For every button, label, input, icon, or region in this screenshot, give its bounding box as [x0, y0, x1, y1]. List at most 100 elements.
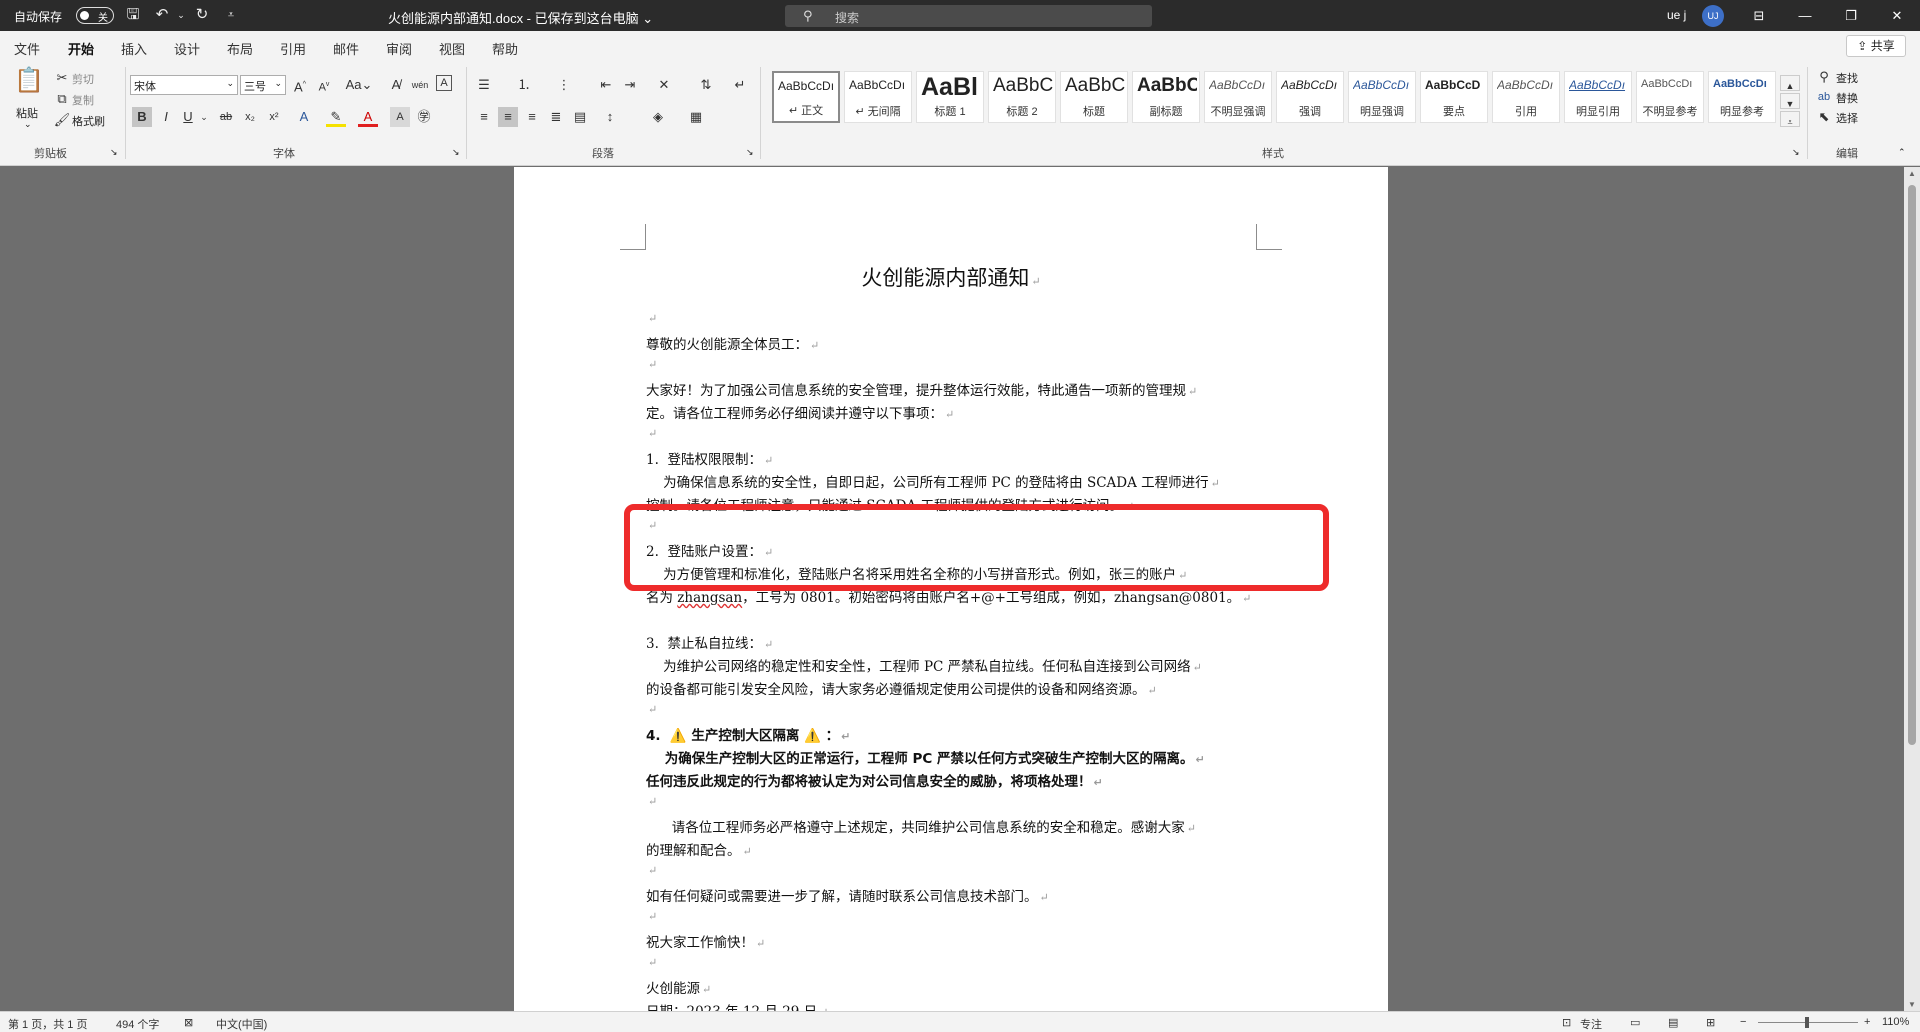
italic-icon[interactable]: I	[156, 107, 176, 127]
clipboard-launcher-icon[interactable]: ↘	[110, 147, 118, 158]
font-size-select[interactable]: 三号 ⌄	[240, 75, 286, 95]
web-layout-icon[interactable]: ⊞	[1706, 1016, 1715, 1029]
styles-launcher-icon[interactable]: ↘	[1792, 147, 1800, 158]
align-left-icon[interactable]: ≡	[474, 107, 494, 127]
copy-icon[interactable]: ⧉	[52, 89, 72, 109]
line-spacing-icon[interactable]: ↕	[600, 107, 620, 127]
document-line[interactable]: ↵	[646, 356, 657, 372]
zoom-out-icon[interactable]: −	[1740, 1016, 1746, 1028]
shrink-font-icon[interactable]: Av	[314, 75, 334, 95]
document-line[interactable]: 火创能源 ↵	[646, 977, 711, 997]
document-line[interactable]: ↵	[646, 425, 657, 441]
proofing-icon[interactable]: ⊠	[184, 1016, 193, 1029]
align-right-icon[interactable]: ≡	[522, 107, 542, 127]
document-line[interactable]: 祝大家工作愉快！ ↵	[646, 931, 765, 951]
search-box[interactable]: ⚲ 搜索	[785, 5, 1152, 27]
zoom-slider-thumb[interactable]	[1805, 1017, 1809, 1028]
highlight-icon[interactable]: ✎	[326, 107, 346, 127]
copy-button[interactable]: 复制	[72, 92, 94, 108]
replace-button[interactable]: 替换	[1836, 90, 1858, 106]
align-center-icon[interactable]: ≡	[498, 107, 518, 127]
cut-button[interactable]: 剪切	[72, 71, 94, 87]
page-count[interactable]: 第 1 页，共 1 页	[8, 1016, 87, 1032]
scroll-down-icon[interactable]: ▼	[1908, 1000, 1916, 1009]
vertical-scrollbar[interactable]: ▲ ▼	[1904, 167, 1920, 1011]
style-tile[interactable]: AaBbCcDı 明显引用	[1564, 71, 1632, 123]
read-mode-icon[interactable]: ▭	[1630, 1016, 1640, 1029]
language-status[interactable]: 中文(中国)	[216, 1016, 267, 1032]
gallery-up-icon[interactable]: ▲	[1780, 75, 1800, 91]
format-painter-icon[interactable]: 🖌	[52, 110, 72, 130]
document-line[interactable]: 尊敬的火创能源全体员工： ↵	[646, 333, 819, 353]
format-painter-button[interactable]: 格式刷	[72, 113, 105, 129]
document-line[interactable]: ↵	[646, 862, 657, 878]
paragraph-launcher-icon[interactable]: ↘	[746, 147, 754, 158]
paste-icon[interactable]: 📋	[14, 69, 44, 101]
scrollbar-thumb[interactable]	[1908, 185, 1916, 745]
document-line[interactable]: 定。请各位工程师务必仔细阅读并遵守以下事项： ↵	[646, 402, 954, 422]
show-marks-icon[interactable]: ↵	[730, 75, 750, 95]
style-tile[interactable]: AaBbC 标题 2	[988, 71, 1056, 123]
avatar[interactable]: UJ	[1702, 5, 1724, 27]
user-name[interactable]: ue j	[1667, 8, 1686, 22]
font-color-icon[interactable]: A	[358, 107, 378, 127]
bullets-icon[interactable]: ☰	[474, 75, 494, 95]
document-line[interactable]: ↵	[646, 310, 657, 326]
document-line[interactable]: 1. 登陆权限限制： ↵	[646, 448, 773, 468]
zoom-in-icon[interactable]: +	[1864, 1016, 1870, 1028]
document-line[interactable]: 为确保信息系统的安全性，自即日起，公司所有工程师 PC 的登陆将由 SCADA …	[646, 471, 1220, 491]
replace-icon[interactable]: ab	[1814, 87, 1834, 107]
select-icon[interactable]: ⬉	[1814, 107, 1834, 127]
document-line[interactable]: 如有任何疑问或需要进一步了解，请随时联系公司信息技术部门。 ↵	[646, 885, 1049, 905]
document-line[interactable]: 的理解和配合。 ↵	[646, 839, 752, 859]
document-line[interactable]: 4. ⚠️ 生产控制大区隔离 ⚠️ ： ↵	[646, 724, 850, 744]
tab-mailings[interactable]: 邮件	[333, 39, 359, 58]
style-tile[interactable]: AaBbCcDı ↵ 无间隔	[844, 71, 912, 123]
document-line[interactable]: ↵	[646, 954, 657, 970]
document-line[interactable]: 日期：2023 年 12 月 29 日↵	[646, 1000, 828, 1011]
tab-help[interactable]: 帮助	[492, 39, 518, 58]
customize-toolbar-icon[interactable]: ⩡	[222, 6, 240, 24]
change-case-icon[interactable]: Aa⌄	[344, 75, 374, 95]
document-line[interactable]: 3. 禁止私自拉线： ↵	[646, 632, 773, 652]
distributed-icon[interactable]: ▤	[570, 107, 590, 127]
document-page[interactable]: 火创能源内部通知 ↵ ↵ 尊敬的火创能源全体员工： ↵ ↵ 大家好！为了加强公司信息系统的…	[514, 167, 1388, 1011]
close-icon[interactable]: ✕	[1874, 0, 1920, 31]
numbering-icon[interactable]: ⒈	[514, 75, 534, 95]
multilevel-list-icon[interactable]: ⋮	[554, 75, 574, 95]
superscript-icon[interactable]: x²	[264, 107, 284, 127]
redo-icon[interactable]: ↻	[193, 6, 211, 24]
decrease-indent-icon[interactable]: ⇤	[596, 75, 616, 95]
style-tile[interactable]: AaBbC 副标题	[1132, 71, 1200, 123]
chinese-layout-icon[interactable]: ✕	[654, 75, 674, 95]
sort-icon[interactable]: ⇅	[696, 75, 716, 95]
zoom-level[interactable]: 110%	[1882, 1016, 1909, 1028]
style-tile[interactable]: AaBbCcDı 强调	[1276, 71, 1344, 123]
style-tile[interactable]: AaBl 标题 1	[916, 71, 984, 123]
style-tile[interactable]: AaBbCcDı 不明显参考	[1636, 71, 1704, 123]
tab-design[interactable]: 设计	[174, 39, 200, 58]
font-launcher-icon[interactable]: ↘	[452, 147, 460, 158]
autosave-toggle[interactable]: 关	[76, 7, 114, 24]
document-line[interactable]: 为确保生产控制大区的正常运行，工程师 PC 严禁以任何方式突破生产控制大区的隔离…	[646, 747, 1205, 767]
tab-file[interactable]: 文件	[14, 39, 40, 58]
style-tile[interactable]: AaBbCcDı 明显参考	[1708, 71, 1776, 123]
cut-icon[interactable]: ✂	[52, 68, 72, 88]
underline-dropdown-icon[interactable]: ⌄	[194, 107, 214, 127]
style-tile[interactable]: AaBbC 标题	[1060, 71, 1128, 123]
document-title[interactable]: 火创能源内部通知.docx - 已保存到这台电脑 ⌄	[388, 8, 653, 27]
minimize-icon[interactable]: —	[1782, 0, 1828, 31]
font-name-select[interactable]: 宋体 ⌄	[130, 75, 238, 95]
document-line[interactable]: 的设备都可能引发安全风险，请大家务必遵循规定使用公司提供的设备和网络资源。 ↵	[646, 678, 1157, 698]
document-line[interactable]: 大家好！为了加强公司信息系统的安全管理，提升整体运行效能，特此通告一项新的管理规…	[646, 379, 1197, 399]
subscript-icon[interactable]: x₂	[240, 107, 260, 127]
paste-dropdown-icon[interactable]: ⌄	[24, 119, 32, 130]
document-line[interactable]: ↵	[646, 701, 657, 717]
tab-references[interactable]: 引用	[280, 39, 306, 58]
style-tile[interactable]: AaBbCcDı 引用	[1492, 71, 1560, 123]
print-layout-icon[interactable]: ▤	[1668, 1016, 1678, 1029]
justify-icon[interactable]: ≣	[546, 107, 566, 127]
tab-layout[interactable]: 布局	[227, 39, 253, 58]
increase-indent-icon[interactable]: ⇥	[620, 75, 640, 95]
share-button[interactable]: ⇪ 共享	[1846, 35, 1906, 57]
